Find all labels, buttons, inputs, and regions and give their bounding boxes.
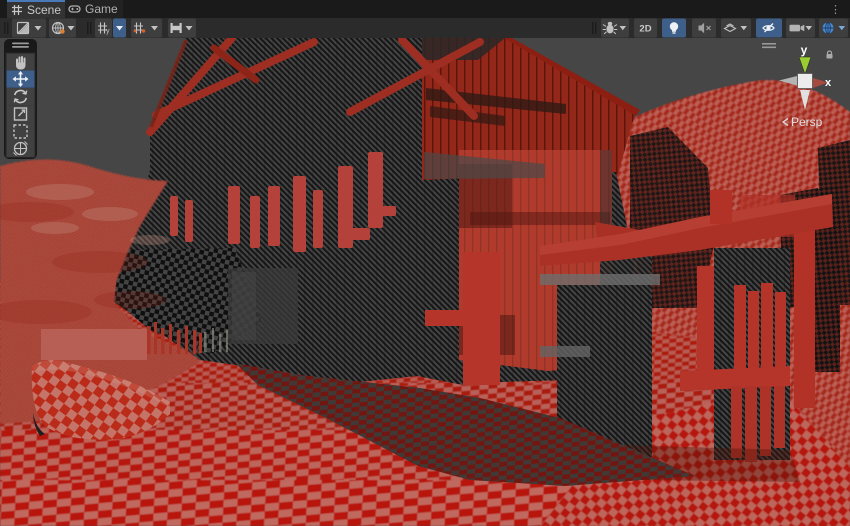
- svg-text:x: x: [825, 77, 832, 89]
- svg-text:y: y: [106, 28, 110, 35]
- svg-text:Persp: Persp: [791, 115, 823, 129]
- svg-text:2D: 2D: [639, 24, 651, 35]
- svg-text:y: y: [801, 43, 808, 57]
